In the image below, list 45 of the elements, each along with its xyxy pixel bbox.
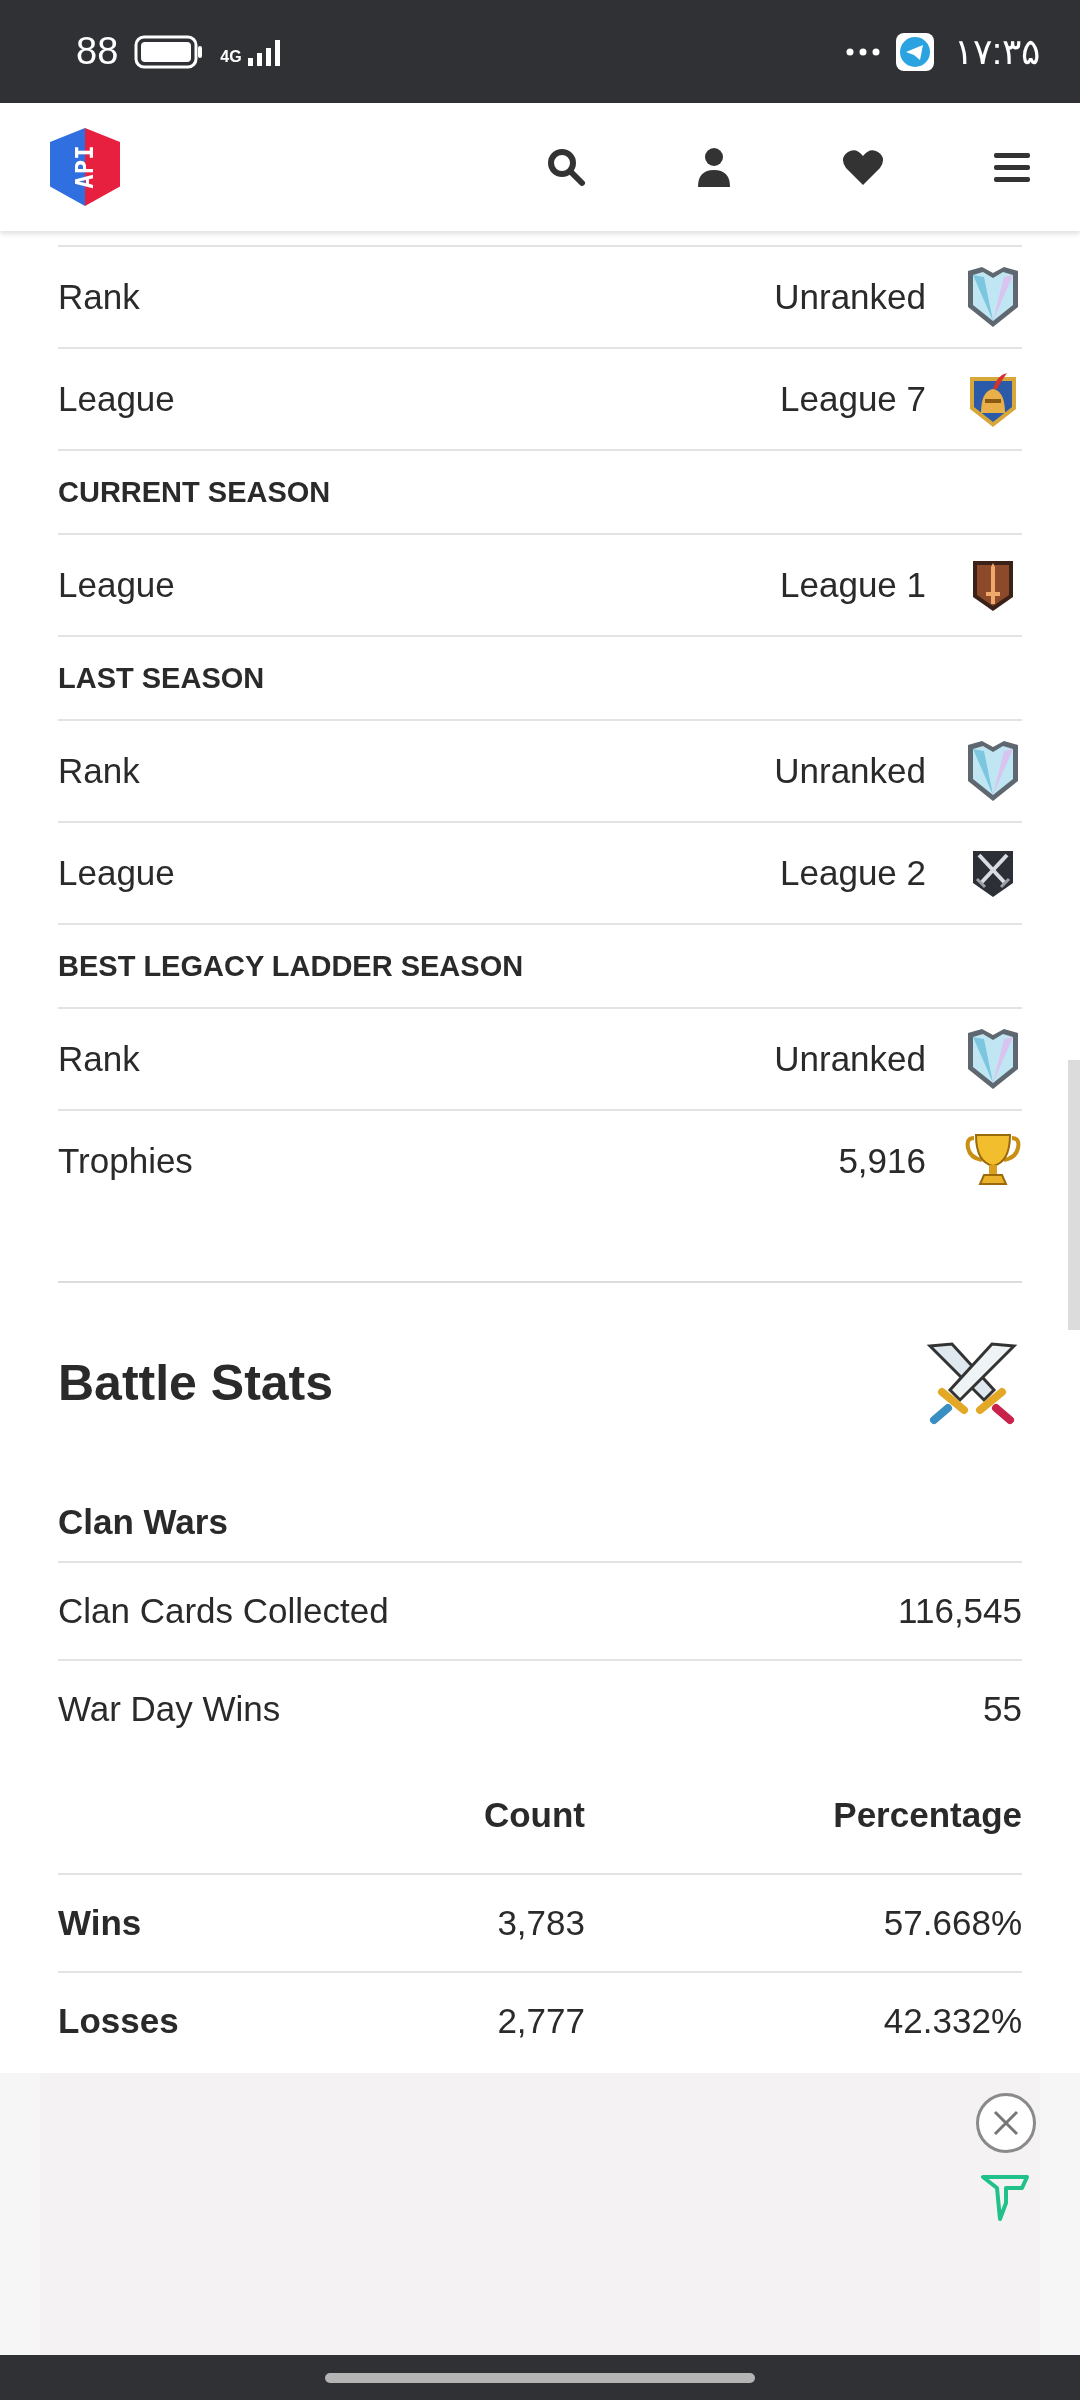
row-label: Trophies bbox=[58, 1141, 193, 1180]
table-row-label: Wins bbox=[58, 1903, 142, 1942]
network-type: 4G bbox=[220, 47, 242, 66]
menu-icon[interactable] bbox=[994, 151, 1030, 183]
section-heading: CURRENT SEASON bbox=[58, 475, 331, 509]
row-label: Rank bbox=[58, 751, 140, 790]
search-icon[interactable] bbox=[546, 147, 586, 187]
heart-icon[interactable] bbox=[842, 148, 884, 186]
row-label: League bbox=[58, 379, 175, 418]
row-label: League bbox=[58, 565, 175, 604]
stat-value: 55 bbox=[983, 1689, 1022, 1729]
row-label: Rank bbox=[58, 277, 140, 316]
table-cell: 3,783 bbox=[497, 1903, 585, 1942]
section-heading: BEST LEGACY LADDER SEASON bbox=[58, 949, 524, 983]
profile-icon[interactable] bbox=[696, 147, 732, 187]
table-row-label: Losses bbox=[58, 2001, 179, 2040]
row-label: Rank bbox=[58, 1039, 140, 1078]
column-header: Count bbox=[483, 1795, 585, 1834]
stat-value: 116,545 bbox=[898, 1591, 1022, 1631]
table-cell: 57.668% bbox=[883, 1903, 1022, 1942]
column-header: Percentage bbox=[833, 1795, 1022, 1834]
home-indicator[interactable] bbox=[325, 2372, 755, 2383]
scrollbar[interactable] bbox=[1068, 1060, 1080, 1330]
row-label: League bbox=[58, 853, 175, 892]
battery-icon bbox=[134, 34, 205, 69]
app-logo[interactable]: API bbox=[50, 128, 120, 206]
battery-percentage: 88 bbox=[76, 30, 119, 73]
row-value: Unranked bbox=[774, 1039, 926, 1079]
table-cell: 42.332% bbox=[883, 2001, 1022, 2040]
subsection-title: Clan Wars bbox=[58, 1502, 228, 1542]
row-value: League 2 bbox=[780, 853, 926, 893]
logo-text: API bbox=[71, 145, 99, 189]
section-heading: LAST SEASON bbox=[58, 661, 265, 695]
more-dots-icon bbox=[846, 47, 880, 56]
row-value: Unranked bbox=[774, 751, 926, 791]
section-title: Battle Stats bbox=[58, 1355, 334, 1411]
telegram-icon bbox=[896, 32, 934, 71]
row-value: League 1 bbox=[780, 565, 926, 605]
stat-label: Clan Cards Collected bbox=[58, 1591, 389, 1631]
row-value: 5,916 bbox=[838, 1141, 926, 1181]
row-value: League 7 bbox=[780, 379, 926, 419]
clock-time: ۱۷:۳۵ bbox=[954, 30, 1040, 73]
stat-label: War Day Wins bbox=[58, 1689, 281, 1729]
row-value: Unranked bbox=[774, 277, 926, 317]
table-cell: 2,777 bbox=[497, 2001, 585, 2040]
